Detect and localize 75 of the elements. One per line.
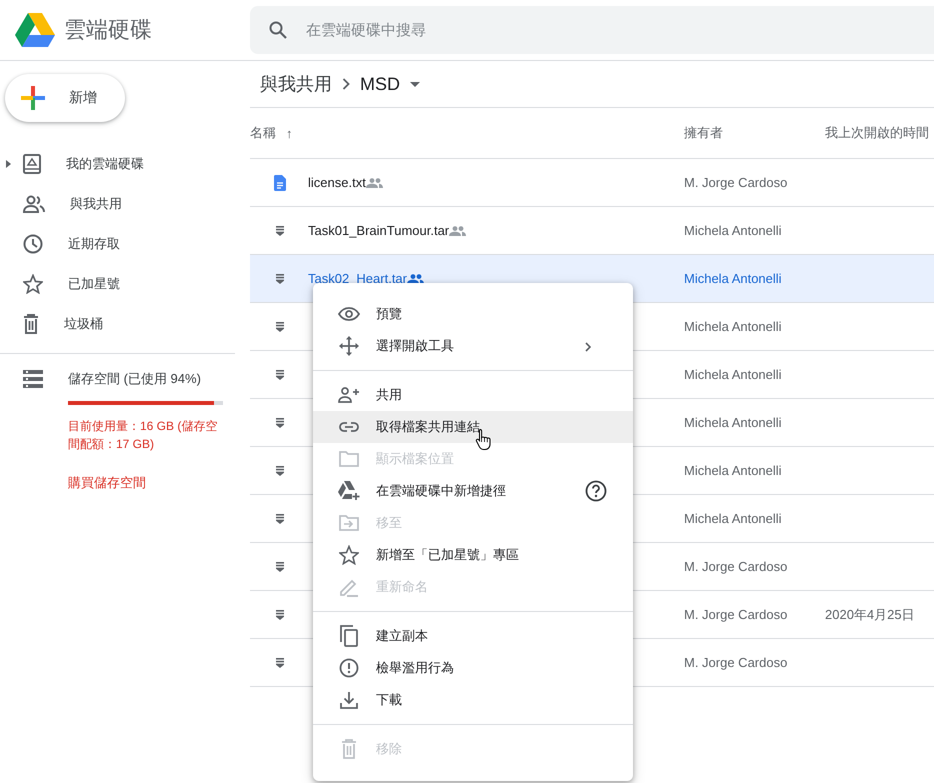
current-folder[interactable]: MSD	[360, 74, 400, 94]
folder-icon	[339, 451, 359, 467]
sidebar-item[interactable]: 已加星號	[0, 264, 235, 304]
archive-icon	[275, 610, 285, 620]
file-name: Task01_BrainTumour.tar	[308, 223, 450, 238]
last-opened-date: 2020年4月25日	[825, 606, 915, 622]
menu-item[interactable]: 新增至「已加星號」專區	[313, 539, 633, 571]
sidebar-item[interactable]: 垃圾桶	[0, 304, 235, 344]
star-icon	[23, 274, 43, 294]
file-name: license.txt	[308, 175, 366, 190]
owner-name: M. Jorge Cardoso	[684, 607, 788, 622]
owner-name: M. Jorge Cardoso	[684, 559, 788, 574]
sidebar-item[interactable]: 近期存取	[0, 224, 235, 264]
archive-icon	[275, 274, 285, 284]
buy-storage-link[interactable]: 購買儲存空間	[68, 474, 146, 492]
move-to-folder-icon	[339, 515, 359, 531]
owner-name: Michela Antonelli	[684, 271, 782, 286]
trash-icon	[341, 739, 357, 759]
link-icon	[339, 422, 359, 432]
column-header[interactable]: 我上次開啟的時間	[825, 124, 934, 142]
clock-icon	[23, 234, 43, 254]
drive-add-icon	[338, 481, 360, 501]
download-icon	[340, 691, 358, 709]
people-icon	[23, 195, 45, 213]
file-row[interactable]: license.txt M. Jorge Cardoso	[250, 159, 934, 207]
archive-icon	[275, 322, 285, 332]
owner-name: Michela Antonelli	[684, 415, 782, 430]
app-title: 雲端硬碟	[64, 16, 152, 44]
owner-name: Michela Antonelli	[684, 319, 782, 334]
search-field[interactable]: 在雲端硬碟中搜尋	[250, 6, 934, 54]
archive-icon	[275, 562, 285, 572]
storage-icon	[23, 370, 43, 388]
menu-item[interactable]: 檢舉濫用行為	[313, 652, 633, 684]
copy-icon	[340, 625, 358, 647]
archive-icon	[275, 466, 285, 476]
column-header[interactable]: 擁有者	[684, 124, 825, 142]
star-icon	[339, 545, 359, 565]
archive-icon	[275, 418, 285, 428]
breadcrumb-link[interactable]: 與我共用	[260, 72, 332, 96]
search-icon	[269, 21, 287, 39]
sort-arrow[interactable]: ↑	[286, 126, 292, 140]
column-header[interactable]: 名稱	[250, 124, 276, 142]
menu-item[interactable]: 選擇開啟工具	[313, 330, 633, 362]
owner-name: M. Jorge Cardoso	[684, 175, 788, 190]
archive-icon	[275, 226, 285, 236]
sidebar-item[interactable]: 我的雲端硬碟	[0, 144, 235, 184]
owner-name: Michela Antonelli	[684, 463, 782, 478]
menu-item[interactable]: 預覽	[313, 298, 633, 330]
new-button[interactable]: 新增	[5, 74, 125, 122]
move-arrows-icon	[339, 336, 359, 356]
storage-label: 儲存空間 (已使用 94%)	[68, 370, 202, 388]
chevron-right-icon	[342, 78, 350, 90]
owner-name: Michela Antonelli	[684, 223, 782, 238]
menu-item[interactable]: 取得檔案共用連結	[313, 411, 633, 443]
add-person-icon	[338, 387, 360, 403]
storage-usage-text: 目前使用量：16 GB (儲存空間配額：17 GB)	[68, 418, 218, 453]
trash-icon	[23, 314, 39, 334]
menu-item[interactable]: 建立副本	[313, 620, 633, 652]
menu-item[interactable]: 下載	[313, 684, 633, 716]
dropdown-icon	[410, 82, 420, 86]
alert-icon	[339, 658, 359, 678]
archive-icon	[275, 658, 285, 668]
pencil-icon	[339, 577, 359, 597]
owner-name: Michela Antonelli	[684, 511, 782, 526]
eye-icon	[338, 307, 360, 321]
drive-folder-icon	[23, 154, 41, 174]
menu-item[interactable]: 在雲端硬碟中新增捷徑	[313, 475, 633, 507]
document-icon	[274, 174, 286, 190]
sidebar-item[interactable]: 與我共用	[0, 184, 235, 224]
owner-name: M. Jorge Cardoso	[684, 655, 788, 670]
owner-name: Michela Antonelli	[684, 367, 782, 382]
archive-icon	[275, 514, 285, 524]
drive-logo-icon	[15, 13, 55, 47]
archive-icon	[275, 370, 285, 380]
plus-icon	[21, 86, 45, 110]
